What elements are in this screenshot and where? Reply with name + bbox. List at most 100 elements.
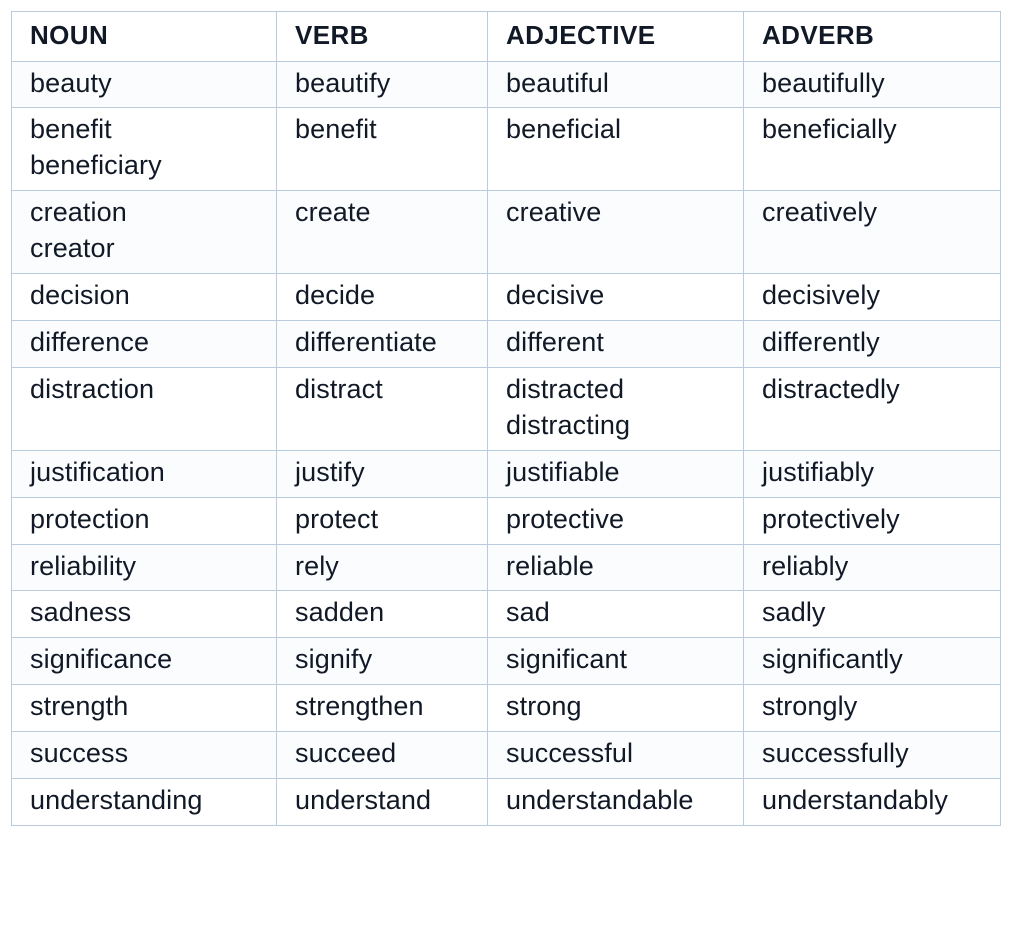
table-cell-noun: sadness [11,590,277,639]
word-entry: distracted [506,373,625,404]
table-row: creation creator create creative creatively [11,190,1001,275]
table-cell-noun: protection [11,496,277,545]
table-cell-verb: distract [276,366,488,451]
table-row: sadness sadden sad sadly [11,590,1001,639]
word-entry: understanding [30,785,203,816]
table-cell-adjective: distracted distracting [487,366,744,451]
column-header-adverb: ADVERB [743,11,1001,62]
table-row: significance signify significant significan… [11,637,1001,686]
table-cell-adjective: decisive [487,273,744,322]
table-cell-adverb: protectively [743,496,1001,545]
word-entry: strength [30,691,129,722]
word-entry: benefit [30,114,112,145]
table-cell-adjective: different [487,320,744,368]
word-entry: significantly [762,644,903,675]
word-entry: protection [30,503,150,534]
word-entry: decide [295,280,376,311]
word-entry: justify [295,456,365,487]
word-entry: creator [30,233,115,264]
table-cell-noun: justification [11,449,277,498]
table-header: NOUN VERB ADJECTIVE ADVERB [11,11,1001,62]
word-entry: reliability [30,550,137,581]
word-entry: reliable [506,550,594,581]
word-entry: rely [295,550,339,581]
word-entry: sadden [295,597,385,628]
table-row: protection protect protective protectively [11,496,1001,545]
word-entry: understandably [762,785,949,816]
word-entry: distract [295,373,383,404]
word-entry: sadness [30,597,132,628]
header-row: NOUN VERB ADJECTIVE ADVERB [11,11,1001,62]
table-cell-noun: understanding [11,778,277,826]
word-entry: reliably [762,550,849,581]
table-cell-verb: succeed [276,731,488,780]
word-entry: decision [30,280,130,311]
column-header-noun: NOUN [11,11,277,62]
word-entry: creative [506,197,602,228]
word-entry: differentiate [295,327,437,358]
table-cell-adverb: beautifully [743,60,1001,109]
word-entry: benefit [295,114,377,145]
word-entry: significant [506,644,628,675]
word-entry: sadly [762,597,826,628]
word-entry: distractedly [762,373,900,404]
table-cell-adverb: creatively [743,190,1001,275]
table-cell-verb: signify [276,637,488,686]
table-cell-adjective: sad [487,590,744,639]
table-row: reliability rely reliable reliably [11,543,1001,592]
word-entry: create [295,197,371,228]
table-row: decision decide decisive decisively [11,273,1001,322]
word-entry: significance [30,644,173,675]
table-row: distraction distract distracted distracting… [11,366,1001,451]
table-cell-adjective: significant [487,637,744,686]
word-entry: successful [506,738,634,769]
word-entry: justifiable [506,456,620,487]
table-cell-adverb: successfully [743,731,1001,780]
word-entry: beautify [295,67,391,98]
table-row: success succeed successful successfully [11,731,1001,780]
word-entry: success [30,738,129,769]
table-row: strength strengthen strong strongly [11,684,1001,733]
word-entry: beneficially [762,114,897,145]
word-entry: distraction [30,373,155,404]
word-entry: signify [295,644,373,675]
word-entry: strong [506,691,582,722]
table-body: beauty beautify beautiful beautifully benefi… [11,60,1001,826]
word-entry: beautifully [762,67,885,98]
table-cell-verb: decide [276,273,488,322]
column-header-adjective: ADJECTIVE [487,11,744,62]
word-entry: strengthen [295,691,424,722]
table-cell-adjective: beneficial [487,107,744,192]
table-cell-noun: decision [11,273,277,322]
table-cell-verb: sadden [276,590,488,639]
word-entry: strongly [762,691,858,722]
word-entry: decisive [506,280,605,311]
word-entry: beautiful [506,67,609,98]
table-cell-adjective: reliable [487,543,744,592]
word-entry: creation [30,197,127,228]
table-row: difference differentiate different differen… [11,320,1001,368]
word-entry: beauty [30,67,112,98]
word-entry: differently [762,327,880,358]
word-entry: succeed [295,738,397,769]
table-cell-adverb: sadly [743,590,1001,639]
table-cell-adverb: decisively [743,273,1001,322]
table-cell-adjective: justifiable [487,449,744,498]
table-cell-verb: differentiate [276,320,488,368]
table-row: justification justify justifiable justifiab… [11,449,1001,498]
table-cell-adverb: distractedly [743,366,1001,451]
table-cell-adverb: understandably [743,778,1001,826]
table-cell-noun: success [11,731,277,780]
table-cell-verb: create [276,190,488,275]
word-entry: understand [295,785,432,816]
table-cell-adjective: successful [487,731,744,780]
table-cell-noun: strength [11,684,277,733]
table-cell-adverb: justifiably [743,449,1001,498]
word-entry: creatively [762,197,878,228]
word-entry: successfully [762,738,909,769]
word-entry: beneficiary [30,150,162,181]
table-cell-verb: protect [276,496,488,545]
table-row: understanding understand understandable und… [11,778,1001,826]
word-entry: sad [506,597,550,628]
table-cell-noun: beauty [11,60,277,109]
